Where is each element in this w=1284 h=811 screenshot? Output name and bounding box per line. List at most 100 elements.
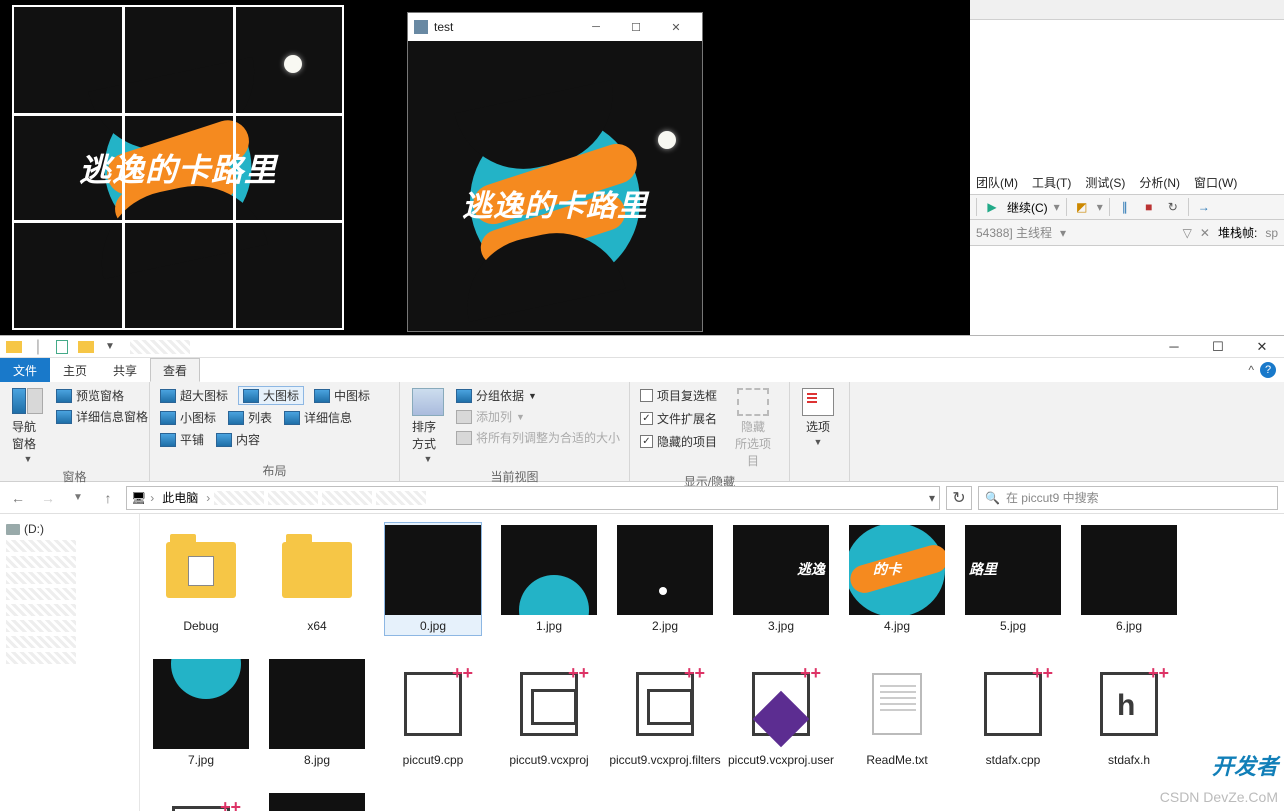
folder-icon[interactable]: [4, 338, 24, 356]
test-titlebar[interactable]: test ─ ☐ ✕: [408, 13, 702, 41]
file-item[interactable]: 路里5.jpg: [964, 522, 1062, 636]
crumb-thispc[interactable]: 此电脑: [158, 489, 202, 506]
nav-drive-label[interactable]: (D:): [24, 522, 44, 536]
file-label: 6.jpg: [1116, 619, 1142, 633]
tool-icon[interactable]: ◩: [1073, 198, 1091, 216]
nav-pane-button[interactable]: 导航窗格 ▼: [8, 386, 48, 466]
file-grid[interactable]: Debug x64 0.jpg 1.jpg2.jpg逃逸3.jpg的卡4.jpg路里5…: [140, 514, 1284, 811]
step-icon[interactable]: →: [1195, 198, 1213, 216]
nav-pane[interactable]: (D:): [0, 514, 140, 811]
m-icons-button[interactable]: 中图标: [312, 386, 372, 405]
file-item[interactable]: 1.jpg: [500, 522, 598, 636]
file-item[interactable]: piccut9.cpp: [384, 656, 482, 770]
explorer-close-button[interactable]: ✕: [1240, 336, 1284, 358]
group-by-button[interactable]: 分组依据 ▼: [454, 386, 622, 405]
menu-analyze[interactable]: 分析(N): [1139, 174, 1180, 191]
tab-home[interactable]: 主页: [50, 358, 100, 382]
file-ext-toggle[interactable]: ✓文件扩展名: [638, 409, 719, 428]
restart-icon[interactable]: ↻: [1164, 198, 1182, 216]
vs-thread-row[interactable]: 54388] 主线程 ▾ ▽ ✕ 堆栈帧: sp: [970, 220, 1284, 246]
l-icons-button[interactable]: 大图标: [238, 386, 304, 405]
recent-dropdown[interactable]: ▼: [66, 486, 90, 510]
tab-view[interactable]: 查看: [150, 358, 200, 382]
file-item[interactable]: 7.jpg: [152, 656, 250, 770]
ribbon-tabs[interactable]: 文件 主页 共享 查看 ^ ?: [0, 358, 1284, 382]
address-bar[interactable]: 🖥 › 此电脑 › ▾: [126, 486, 940, 510]
refresh-button[interactable]: ↻: [946, 486, 972, 510]
file-label: Debug: [183, 619, 218, 633]
tab-file[interactable]: 文件: [0, 358, 50, 382]
vs-panel: 团队(M) 工具(T) 测试(S) 分析(N) 窗口(W) ▶ 继续(C) ▾ …: [970, 0, 1284, 335]
file-label: stdafx.h: [1108, 753, 1150, 767]
file-item[interactable]: 的卡4.jpg: [848, 522, 946, 636]
file-item[interactable]: Debug: [152, 522, 250, 636]
file-item[interactable]: 逃逸3.jpg: [732, 522, 830, 636]
xl-icons-button[interactable]: 超大图标: [158, 386, 230, 405]
forward-button[interactable]: →: [36, 486, 60, 510]
maximize-button[interactable]: ☐: [616, 15, 656, 39]
file-item[interactable]: 0.jpg: [384, 522, 482, 636]
collapse-ribbon-icon[interactable]: ^: [1248, 363, 1254, 377]
item-checkboxes-toggle[interactable]: 项目复选框: [638, 386, 719, 405]
s-icons-button[interactable]: 小图标: [158, 408, 218, 427]
file-item[interactable]: piccut9.vcxproj.filters: [616, 656, 714, 770]
file-item[interactable]: 6.jpg: [1080, 522, 1178, 636]
content-button[interactable]: 内容: [214, 430, 262, 449]
vs-debug-toolbar[interactable]: ▶ 继续(C) ▾ ◩ ▾ ∥ ■ ↻ →: [970, 194, 1284, 220]
file-item[interactable]: x64: [268, 522, 366, 636]
folder2-icon[interactable]: [76, 338, 96, 356]
explorer-minimize-button[interactable]: ─: [1152, 336, 1196, 358]
explorer-maximize-button[interactable]: ☐: [1196, 336, 1240, 358]
hidden-items-toggle[interactable]: ✓隐藏的项目: [638, 432, 719, 451]
menu-window[interactable]: 窗口(W): [1194, 174, 1237, 191]
shuffle-icon[interactable]: ✕: [1200, 226, 1210, 240]
vs-menu[interactable]: 团队(M) 工具(T) 测试(S) 分析(N) 窗口(W): [970, 170, 1284, 194]
file-item[interactable]: 逃逸的卡路里: [268, 790, 366, 811]
addr-dropdown-icon[interactable]: ▾: [929, 491, 935, 505]
menu-team[interactable]: 团队(M): [976, 174, 1018, 191]
file-item[interactable]: hstdafx.h: [1080, 656, 1178, 770]
close-button[interactable]: ✕: [656, 15, 696, 39]
file-item[interactable]: 2.jpg: [616, 522, 714, 636]
file-label: x64: [307, 619, 326, 633]
details-button[interactable]: 详细信息: [282, 408, 354, 427]
address-row: ← → ▼ ↑ 🖥 › 此电脑 › ▾ ↻ 🔍 在 piccut9 中搜索: [0, 482, 1284, 514]
file-item[interactable]: ReadMe.txt: [848, 656, 946, 770]
search-icon: 🔍: [985, 491, 1000, 505]
explorer-titlebar[interactable]: | ▼ ─ ☐ ✕: [0, 336, 1284, 358]
file-label: 0.jpg: [420, 619, 446, 633]
tab-share[interactable]: 共享: [100, 358, 150, 382]
properties-icon[interactable]: [52, 338, 72, 356]
crumb-masked: [214, 491, 264, 505]
file-item[interactable]: piccut9.vcxproj.user: [732, 656, 830, 770]
list-button[interactable]: 列表: [226, 408, 274, 427]
file-item[interactable]: htargetver: [152, 790, 250, 811]
continue-icon[interactable]: ▶: [983, 198, 1001, 216]
details-pane-button[interactable]: 详细信息窗格: [54, 407, 150, 426]
menu-test[interactable]: 测试(S): [1085, 174, 1125, 191]
file-item[interactable]: stdafx.cpp: [964, 656, 1062, 770]
continue-label[interactable]: 继续(C): [1007, 199, 1048, 216]
filter-icon[interactable]: ▽: [1183, 226, 1192, 240]
options-button[interactable]: 选项 ▼: [798, 386, 838, 463]
search-box[interactable]: 🔍 在 piccut9 中搜索: [978, 486, 1278, 510]
thread-label: 54388] 主线程: [976, 224, 1052, 241]
add-column-button[interactable]: 添加列 ▼: [454, 407, 622, 426]
chevron-down-icon[interactable]: ▼: [100, 338, 120, 356]
up-button[interactable]: ↑: [96, 486, 120, 510]
menu-tools[interactable]: 工具(T): [1032, 174, 1071, 191]
back-button[interactable]: ←: [6, 486, 30, 510]
hide-selected-button[interactable]: 隐藏 所选项目: [725, 386, 781, 471]
preview-pane-button[interactable]: 预览窗格: [54, 386, 150, 405]
help-icon[interactable]: ?: [1260, 362, 1276, 378]
file-item[interactable]: 8.jpg: [268, 656, 366, 770]
file-label: ReadMe.txt: [866, 753, 927, 767]
fit-columns-button[interactable]: 将所有列调整为合适的大小: [454, 428, 622, 447]
sort-by-button[interactable]: 排序方式 ▼: [408, 386, 448, 466]
tiles-button[interactable]: 平铺: [158, 430, 206, 449]
stop-icon[interactable]: ■: [1140, 198, 1158, 216]
minimize-button[interactable]: ─: [576, 15, 616, 39]
pause-icon[interactable]: ∥: [1116, 198, 1134, 216]
test-logo-text: 逃逸的卡路里: [425, 181, 685, 225]
file-item[interactable]: piccut9.vcxproj: [500, 656, 598, 770]
